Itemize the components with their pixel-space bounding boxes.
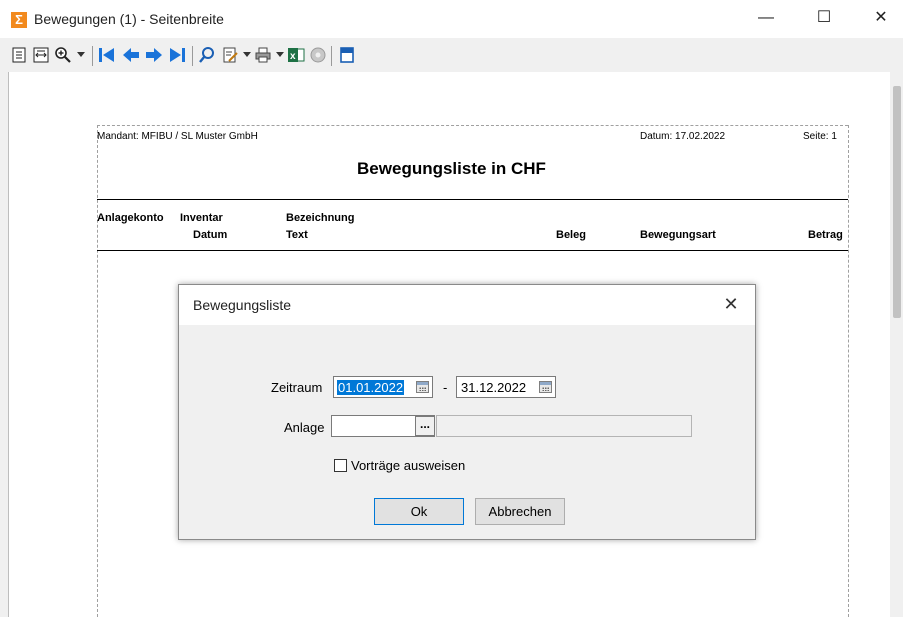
toolbar-separator — [92, 46, 93, 66]
dialog-title: Bewegungsliste — [193, 297, 292, 313]
column-betrag: Betrag — [808, 229, 843, 241]
date-to-value: 31.12.2022 — [461, 380, 527, 395]
title-bar: Σ Bewegungen (1) - Seitenbreite — ☐ ✕ — [0, 0, 903, 38]
search-icon[interactable] — [198, 46, 216, 64]
print-icon[interactable] — [254, 46, 272, 64]
single-page-icon[interactable] — [10, 46, 28, 64]
column-bezeichnung: Bezeichnung — [286, 212, 355, 224]
calendar-icon[interactable] — [539, 381, 552, 393]
ok-button[interactable]: Ok — [374, 498, 464, 525]
report-date: Datum: 17.02.2022 — [640, 131, 726, 142]
anlage-browse-button[interactable]: ... — [415, 416, 435, 436]
column-inventar: Inventar — [180, 212, 223, 224]
header-rule-bottom — [97, 250, 848, 251]
date-range-separator: - — [443, 380, 448, 395]
next-page-icon[interactable] — [145, 46, 163, 64]
toolbar-separator — [192, 46, 193, 66]
export-dropdown-icon[interactable] — [243, 52, 251, 57]
export-icon[interactable] — [221, 46, 239, 64]
zeitraum-label: Zeitraum — [271, 380, 323, 395]
last-page-icon[interactable] — [168, 46, 186, 64]
vortraege-checkbox[interactable] — [334, 459, 347, 472]
toolbar-separator — [331, 46, 332, 66]
column-beleg: Beleg — [556, 229, 586, 241]
report-mandant: Mandant: MFIBU / SL Muster GmbH — [97, 131, 258, 142]
svg-text:x: x — [290, 51, 296, 62]
column-bewegungsart: Bewegungsart — [640, 229, 716, 241]
disc-icon[interactable] — [309, 46, 327, 64]
zoom-icon[interactable] — [54, 46, 72, 64]
print-dropdown-icon[interactable] — [276, 52, 284, 57]
column-datum: Datum — [193, 229, 228, 241]
dialog-close-button[interactable]: ✕ — [717, 291, 745, 319]
toolbar: x — [0, 38, 903, 72]
page-margin-top — [97, 125, 848, 126]
page-width-icon[interactable] — [32, 46, 50, 64]
date-from-value: 01.01.2022 — [337, 380, 405, 395]
window-title: Bewegungen (1) - Seitenbreite — [34, 11, 224, 27]
sigma-icon: Σ — [11, 12, 27, 28]
dialog-title-bar: Bewegungsliste ✕ — [179, 285, 755, 325]
zoom-dropdown-icon[interactable] — [77, 52, 85, 57]
date-to-field[interactable]: 31.12.2022 — [456, 376, 556, 398]
scrollbar-thumb[interactable] — [893, 86, 901, 318]
previous-page-icon[interactable] — [122, 46, 140, 64]
header-rule-top — [97, 199, 848, 200]
report-title: Bewegungsliste in CHF — [357, 159, 546, 178]
report-page: Seite: 1 — [803, 131, 837, 142]
excel-icon[interactable]: x — [287, 46, 305, 64]
calendar-icon[interactable] — [416, 381, 429, 393]
vortraege-label[interactable]: Vorträge ausweisen — [351, 458, 465, 473]
date-from-field[interactable]: 01.01.2022 — [333, 376, 433, 398]
bewegungsliste-dialog: Bewegungsliste ✕ Zeitraum 01.01.2022 - 3… — [178, 284, 756, 540]
close-preview-icon[interactable] — [338, 46, 356, 64]
close-button[interactable]: ✕ — [858, 0, 903, 38]
anlage-label: Anlage — [284, 420, 325, 435]
column-text: Text — [286, 229, 308, 241]
minimize-button[interactable]: — — [743, 0, 789, 38]
maximize-button[interactable]: ☐ — [801, 0, 847, 38]
column-anlagekonto: Anlagekonto — [97, 212, 164, 224]
first-page-icon[interactable] — [98, 46, 116, 64]
anlage-description-field — [436, 415, 692, 437]
page-margin-right — [848, 125, 849, 617]
cancel-button[interactable]: Abbrechen — [475, 498, 565, 525]
